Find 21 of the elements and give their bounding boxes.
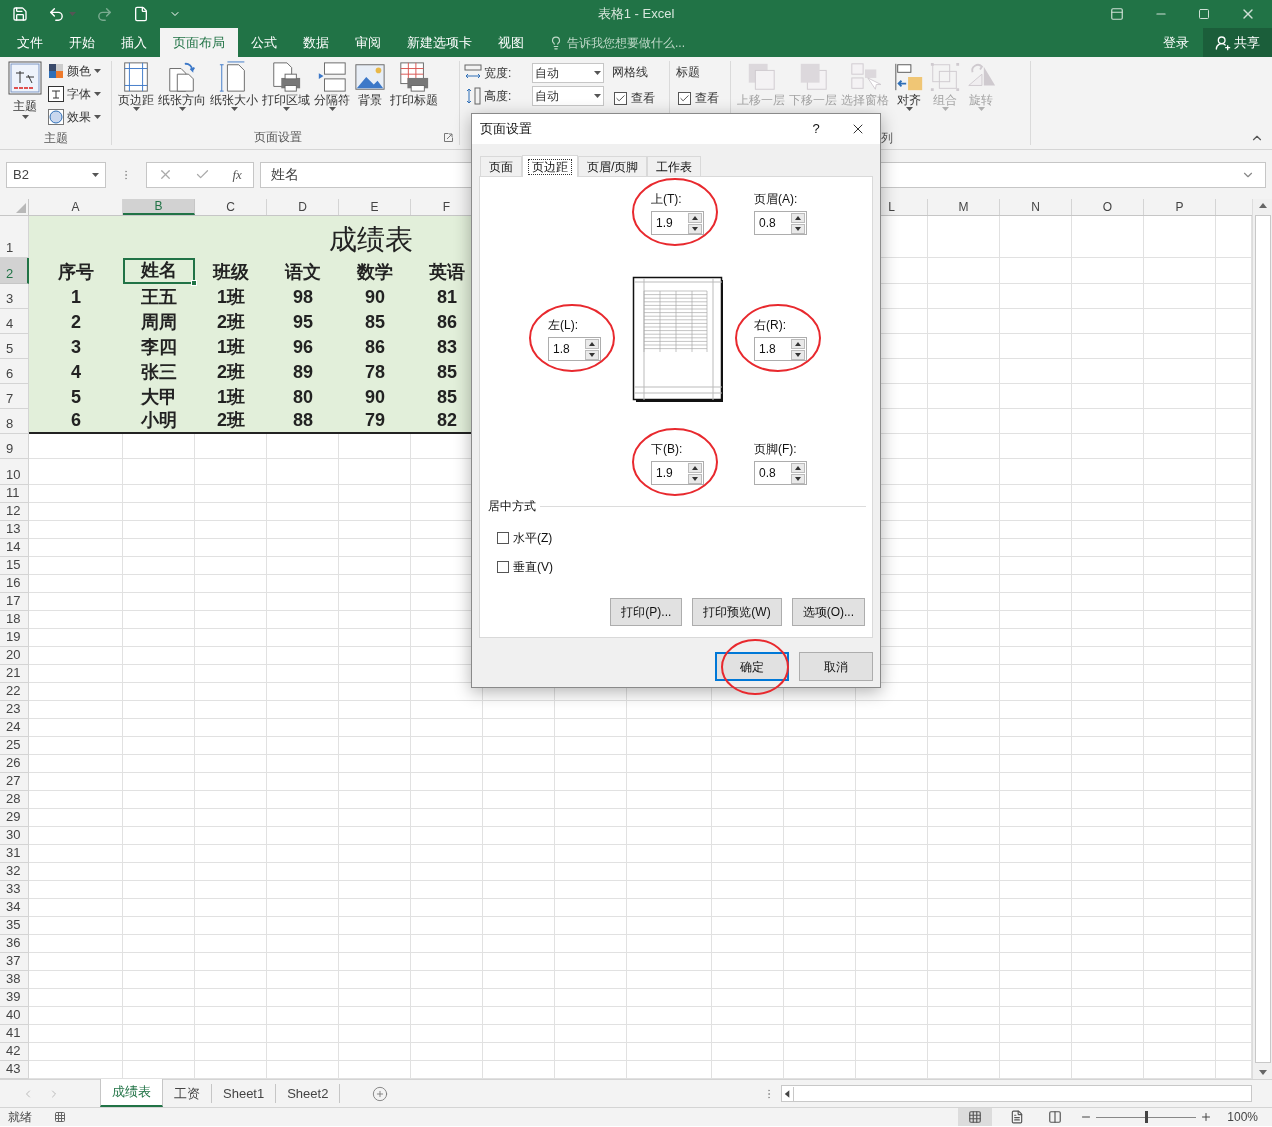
window-title: 表格1 - Excel	[596, 5, 676, 24]
checkbox-label: 水平(Z)	[513, 530, 553, 547]
group-label: 列	[880, 130, 894, 145]
checkbox-label: 查看	[631, 90, 655, 107]
field-label: 左(L):	[548, 317, 579, 333]
option-heading: 网格线	[612, 64, 649, 81]
field-label: 上(T):	[651, 191, 683, 207]
field-label: 右(R):	[754, 317, 787, 333]
checkbox-label: 查看	[695, 90, 719, 107]
group-heading: 居中方式	[488, 498, 537, 515]
field-label: 下(B):	[651, 441, 684, 457]
field-label: 高度:	[484, 88, 513, 105]
dialog-title: 页面设置	[480, 120, 533, 139]
option-heading: 标题	[676, 64, 701, 81]
field-label: 页脚(F):	[754, 441, 798, 457]
group-label: 页面设置	[253, 129, 303, 146]
status-text: 就绪	[8, 1109, 32, 1126]
field-label: 宽度:	[484, 65, 513, 82]
field-label: 页眉(A):	[754, 191, 799, 207]
group-label: 主题	[42, 130, 69, 145]
checkbox-label: 垂直(V)	[513, 559, 553, 576]
